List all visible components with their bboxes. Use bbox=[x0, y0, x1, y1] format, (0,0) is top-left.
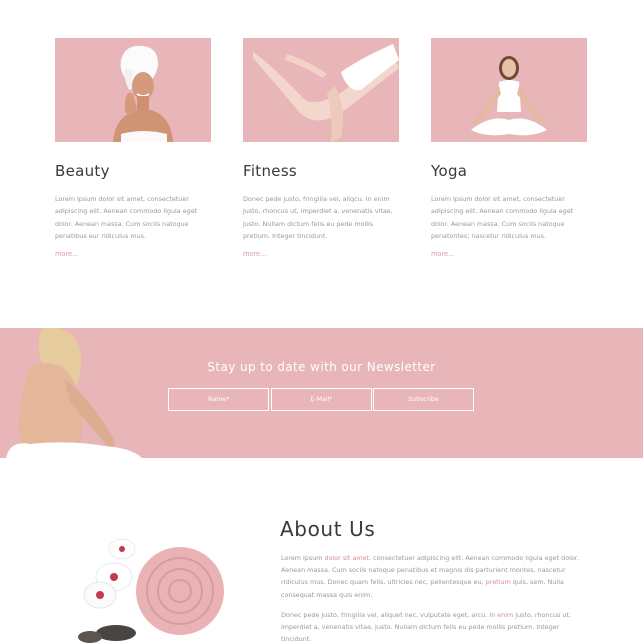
name-input[interactable]: Name* bbox=[168, 388, 269, 411]
service-title: Yoga bbox=[431, 162, 468, 180]
newsletter-model-image bbox=[6, 328, 142, 458]
subscribe-button[interactable]: Subscribe bbox=[373, 388, 474, 411]
spa-towel-orchid-image bbox=[78, 538, 224, 643]
about-paragraph-1: Lorem ipsum dolor sit amet, consectetuer… bbox=[281, 554, 579, 599]
more-link[interactable]: more... bbox=[431, 250, 454, 258]
service-title: Fitness bbox=[243, 162, 298, 180]
more-link[interactable]: more... bbox=[243, 250, 266, 258]
email-input[interactable]: E-Mail* bbox=[271, 388, 372, 411]
inline-link[interactable]: enim bbox=[497, 611, 513, 619]
service-card-yoga: Yoga Lorem ipsum dolor sit amet, consect… bbox=[431, 38, 587, 258]
yoga-image bbox=[431, 38, 587, 142]
beauty-image bbox=[55, 38, 211, 142]
more-link[interactable]: more... bbox=[55, 250, 78, 258]
service-description: Lorem ipsum dolor sit amet, consectetuer… bbox=[55, 195, 198, 241]
service-card-beauty: Beauty Lorem ipsum dolor sit amet, conse… bbox=[55, 38, 211, 258]
about-title: About Us bbox=[280, 517, 376, 541]
newsletter-section: Stay up to date with our Newsletter Name… bbox=[0, 328, 643, 458]
inline-link[interactable]: dolor sit amet bbox=[325, 554, 370, 562]
about-paragraph-2: Donec pede justo, fringilla vel, aliquet… bbox=[281, 611, 571, 643]
inline-link[interactable]: pretium bbox=[486, 578, 511, 586]
service-card-fitness: Fitness Donec pede justo, fringilla vel,… bbox=[243, 38, 399, 258]
fitness-image bbox=[243, 38, 399, 142]
service-description: Donec pede justo, fringilla vel, aliqcu.… bbox=[243, 195, 393, 241]
service-description: Lorem ipsum dolor sit amet, consectetuer… bbox=[431, 195, 574, 241]
service-title: Beauty bbox=[55, 162, 110, 180]
newsletter-title: Stay up to date with our Newsletter bbox=[207, 360, 436, 374]
